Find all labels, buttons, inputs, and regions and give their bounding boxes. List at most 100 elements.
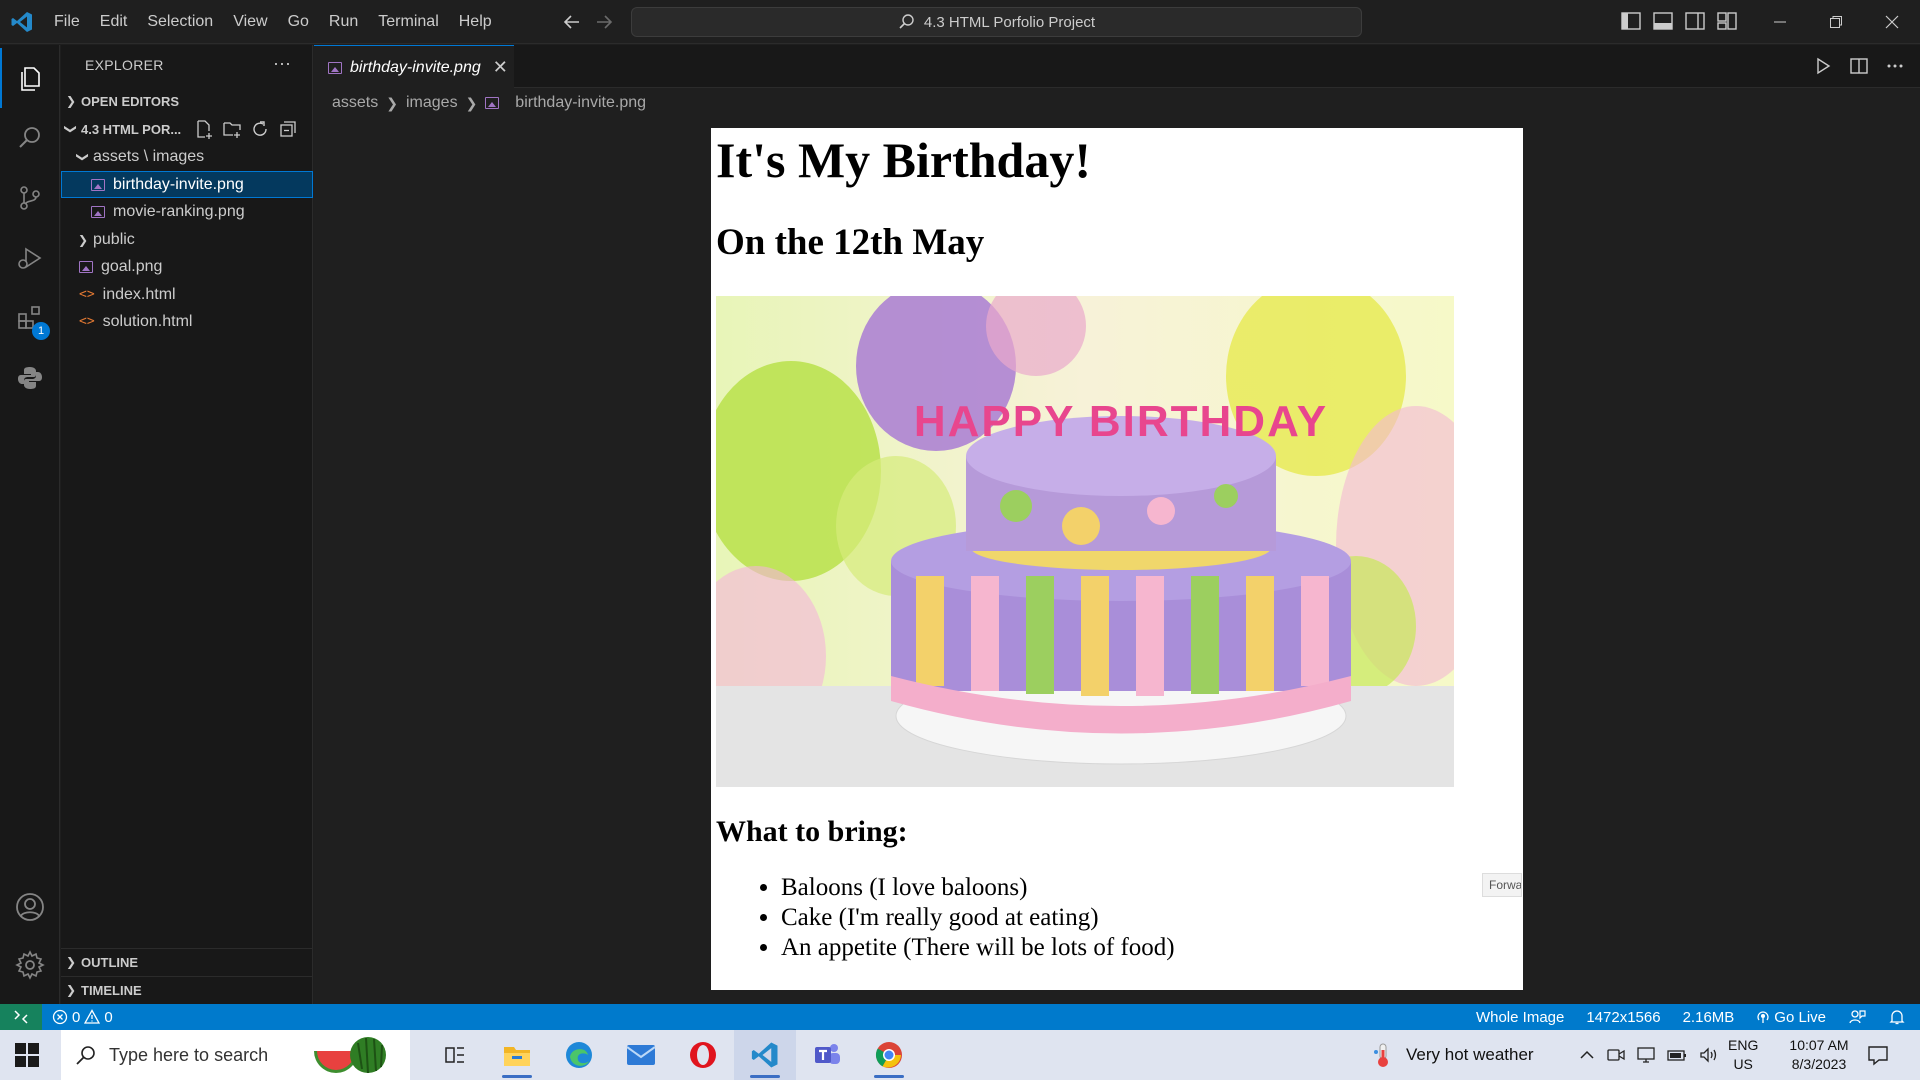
image-file-icon [91, 178, 105, 191]
extensions-icon[interactable]: 1 [0, 288, 60, 348]
split-editor-icon[interactable] [1848, 55, 1870, 77]
settings-gear-icon[interactable] [0, 935, 60, 995]
close-window-button[interactable] [1864, 0, 1920, 44]
file-explorer-icon[interactable] [486, 1030, 548, 1080]
folder-assets-images[interactable]: ❯ assets \ images [61, 143, 313, 170]
search-placeholder: Type here to search [109, 1044, 269, 1065]
windows-taskbar: Type here to search Very hot weather ENG… [0, 1030, 1920, 1080]
new-file-icon[interactable] [194, 119, 214, 139]
file-index-html[interactable]: <> index.html [61, 281, 313, 308]
image-preview[interactable]: It's My Birthday! On the 12th May HAPPY … [711, 128, 1523, 990]
search-icon [899, 14, 914, 29]
feedback-icon[interactable] [1848, 1008, 1866, 1026]
more-actions-icon[interactable]: ··· [273, 53, 291, 74]
what-to-bring-heading: What to bring: [716, 815, 908, 848]
new-folder-icon[interactable] [222, 119, 242, 139]
clock-time: 10:07 AM [1789, 1037, 1849, 1053]
search-icon[interactable] [0, 108, 60, 168]
python-icon[interactable] [0, 348, 60, 408]
notifications-bell-icon[interactable] [1888, 1008, 1906, 1026]
file-birthday-invite[interactable]: birthday-invite.png [61, 171, 313, 198]
project-name: 4.3 HTML POR... [81, 121, 182, 137]
weather-widget[interactable]: Very hot weather [1372, 1030, 1534, 1080]
task-view-icon[interactable] [424, 1030, 486, 1080]
action-center-icon[interactable] [1866, 1043, 1890, 1067]
go-live-button[interactable]: Go Live [1756, 1009, 1826, 1026]
html-file-icon: <> [79, 314, 95, 329]
timeline-label: TIMELINE [81, 982, 142, 998]
status-right-items: Whole Image 1472x1566 2.16MB Go Live [1476, 1004, 1906, 1030]
project-folder-header[interactable]: ❯ 4.3 HTML POR... [61, 116, 313, 142]
arrow-left-icon[interactable] [560, 10, 584, 34]
editor-actions [1812, 55, 1906, 77]
chevron-right-icon: ❯ [386, 94, 398, 111]
open-editors-section[interactable]: ❯ OPEN EDITORS [61, 88, 313, 114]
menu-help[interactable]: Help [449, 0, 502, 44]
source-control-icon[interactable] [0, 168, 60, 228]
network-icon[interactable] [1636, 1045, 1656, 1065]
menu-terminal[interactable]: Terminal [368, 0, 448, 44]
opera-browser-icon[interactable] [672, 1030, 734, 1080]
system-clock[interactable]: 10:07 AM 8/3/2023 [1776, 1036, 1862, 1074]
tab-birthday-invite[interactable]: birthday-invite.png ✕ [314, 45, 514, 89]
minimize-button[interactable] [1752, 0, 1808, 44]
explorer-icon[interactable] [0, 48, 60, 108]
file-goal[interactable]: goal.png [61, 253, 313, 280]
windows-start-icon[interactable] [14, 1042, 40, 1068]
outline-section[interactable]: ❯ OUTLINE [61, 949, 313, 975]
mail-icon[interactable] [610, 1030, 672, 1080]
breadcrumb-assets[interactable]: assets [332, 94, 378, 112]
refresh-icon[interactable] [250, 119, 270, 139]
toggle-panel-icon[interactable] [1652, 10, 1674, 32]
file-movie-ranking[interactable]: movie-ranking.png [61, 198, 313, 225]
timeline-section[interactable]: ❯ TIMELINE [61, 977, 313, 1003]
file-solution-html[interactable]: <> solution.html [61, 308, 313, 335]
edge-browser-icon[interactable] [548, 1030, 610, 1080]
image-mode[interactable]: Whole Image [1476, 1009, 1564, 1026]
run-debug-icon[interactable] [0, 228, 60, 288]
chrome-browser-icon[interactable] [858, 1030, 920, 1080]
more-actions-icon[interactable] [1884, 55, 1906, 77]
command-center-label: 4.3 HTML Porfolio Project [923, 13, 1096, 31]
meet-now-icon[interactable] [1606, 1045, 1626, 1065]
toggle-secondary-sidebar-icon[interactable] [1684, 10, 1706, 32]
taskbar-search-box[interactable]: Type here to search [61, 1030, 410, 1080]
breadcrumb-file[interactable]: birthday-invite.png [515, 94, 646, 112]
remote-indicator-icon[interactable] [0, 1004, 42, 1030]
run-icon[interactable] [1812, 55, 1834, 77]
volume-icon[interactable] [1698, 1045, 1720, 1065]
image-file-icon [485, 97, 500, 109]
menu-run[interactable]: Run [319, 0, 368, 44]
command-center-search[interactable]: 4.3 HTML Porfolio Project [631, 7, 1362, 37]
menu-view[interactable]: View [223, 0, 277, 44]
vscode-logo-icon[interactable] [10, 10, 34, 34]
collapse-all-icon[interactable] [278, 119, 298, 139]
chevron-right-icon: ❯ [65, 983, 77, 997]
folder-public[interactable]: ❯ public [61, 226, 313, 253]
problems-indicator[interactable]: 0 0 [52, 1004, 113, 1030]
teams-icon[interactable] [796, 1030, 858, 1080]
show-hidden-icons-chevron-up-icon[interactable] [1578, 1046, 1596, 1064]
image-file-icon [328, 61, 342, 74]
breadcrumb-images[interactable]: images [406, 94, 458, 112]
accounts-icon[interactable] [0, 877, 60, 937]
file-label: solution.html [102, 312, 193, 330]
list-item: An appetite (There will be lots of food) [781, 933, 1175, 963]
input-language-indicator[interactable]: ENG US [1728, 1036, 1758, 1074]
battery-icon[interactable] [1666, 1045, 1688, 1065]
menu-file[interactable]: File [44, 0, 90, 44]
menu-edit[interactable]: Edit [90, 0, 138, 44]
customize-layout-icon[interactable] [1716, 10, 1738, 32]
explorer-title: EXPLORER [85, 57, 164, 73]
vscode-taskbar-icon[interactable] [734, 1030, 796, 1080]
menu-selection[interactable]: Selection [137, 0, 223, 44]
menu-go[interactable]: Go [278, 0, 319, 44]
close-icon[interactable]: ✕ [493, 57, 508, 78]
arrow-right-icon[interactable] [592, 10, 616, 34]
invite-date: On the 12th May [716, 222, 985, 263]
file-label: goal.png [101, 257, 163, 275]
toggle-primary-sidebar-icon[interactable] [1620, 10, 1642, 32]
restore-button[interactable] [1808, 0, 1864, 44]
folder-label: assets \ images [93, 147, 205, 165]
explorer-sidebar: EXPLORER ··· ❯ OPEN EDITORS ❯ 4.3 HTML P… [61, 45, 313, 1004]
